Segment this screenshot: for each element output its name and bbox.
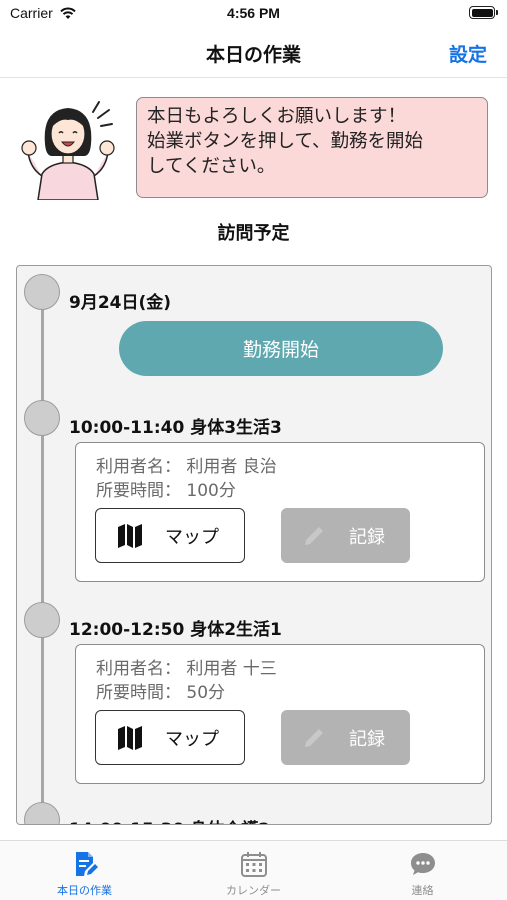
duration-value: 50分 bbox=[186, 683, 226, 703]
schedule-date: 9月24日(金) bbox=[69, 293, 172, 313]
start-work-button-label: 勤務開始 bbox=[242, 339, 319, 361]
map-icon bbox=[118, 523, 142, 548]
visit-title: 12:00-12:50 身体2生活1 bbox=[69, 620, 282, 640]
greeting-line: 始業ボタンを押して、勤務を開始 bbox=[147, 131, 424, 152]
map-button-label: マップ bbox=[165, 526, 219, 548]
greeting-line: 本日もよろしくお願いします！ bbox=[147, 106, 407, 127]
status-bar: Carrier 4:56 PM bbox=[0, 0, 507, 28]
tab-label: 本日の作業 bbox=[57, 884, 112, 897]
user-name-value: 利用者 十三 bbox=[186, 659, 277, 679]
duration-label: 所要時間： bbox=[96, 481, 181, 501]
tab-bar: 本日の作業 カレンダー 連絡 bbox=[0, 840, 507, 900]
page-title: 本日の作業 bbox=[205, 44, 301, 66]
duration-row: 所要時間： 100分 bbox=[96, 476, 236, 501]
timeline-dot bbox=[24, 602, 60, 638]
duration-label: 所要時間： bbox=[96, 683, 181, 703]
status-time: 4:56 PM bbox=[227, 5, 280, 21]
record-button[interactable]: 記録 bbox=[281, 508, 410, 563]
timeline-dot bbox=[24, 274, 60, 310]
record-button-label: 記録 bbox=[349, 728, 385, 750]
pencil-icon bbox=[305, 526, 323, 545]
visit-schedule-timeline[interactable]: 9月24日(金) 勤務開始 10:00-11:40 身体3生活3 利用者名： 利… bbox=[16, 265, 492, 825]
tab-label: 連絡 bbox=[411, 884, 434, 897]
duration-row: 所要時間： 50分 bbox=[96, 678, 225, 703]
user-name-label: 利用者名： bbox=[96, 457, 181, 477]
record-button-label: 記録 bbox=[349, 526, 385, 548]
tab-label: カレンダー bbox=[226, 884, 281, 897]
user-name-row: 利用者名： 利用者 十三 bbox=[96, 654, 277, 679]
map-icon bbox=[118, 725, 142, 750]
greeting-character-illustration bbox=[21, 101, 115, 200]
user-name-value: 利用者 良治 bbox=[186, 457, 277, 477]
settings-button[interactable]: 設定 bbox=[449, 40, 487, 67]
visit-card: 利用者名： 利用者 良治 所要時間： 100分 マップ 記録 bbox=[75, 442, 485, 582]
greeting-speech-bubble: 本日もよろしくお願いします！ 始業ボタンを押して、勤務を開始 してください。 bbox=[136, 97, 488, 198]
timeline-line bbox=[41, 286, 44, 824]
visit-card: 利用者名： 利用者 十三 所要時間： 50分 マップ 記録 bbox=[75, 644, 485, 784]
tab-today-work[interactable]: 本日の作業 bbox=[0, 841, 169, 900]
visit-title: 10:00-11:40 身体3生活3 bbox=[69, 418, 282, 438]
document-edit-icon bbox=[75, 852, 98, 876]
tab-contact[interactable]: 連絡 bbox=[338, 841, 507, 900]
chat-bubble-icon bbox=[410, 853, 435, 875]
tab-calendar[interactable]: カレンダー bbox=[169, 841, 338, 900]
map-button-label: マップ bbox=[165, 728, 219, 750]
record-button[interactable]: 記録 bbox=[281, 710, 410, 765]
greeting-line: してください。 bbox=[147, 156, 276, 177]
user-name-row: 利用者名： 利用者 良治 bbox=[96, 452, 277, 477]
section-title: 訪問予定 bbox=[217, 223, 290, 244]
map-button[interactable]: マップ bbox=[95, 508, 245, 563]
pencil-icon bbox=[305, 728, 323, 747]
navigation-bar: 本日の作業 設定 bbox=[0, 28, 507, 78]
timeline-dot bbox=[24, 802, 60, 824]
user-name-label: 利用者名： bbox=[96, 659, 181, 679]
start-work-button[interactable]: 勤務開始 bbox=[119, 321, 443, 376]
map-button[interactable]: マップ bbox=[95, 710, 245, 765]
visit-title: 14:00-15:30 身体介護2 bbox=[69, 815, 270, 824]
calendar-icon bbox=[240, 852, 267, 877]
battery-icon bbox=[469, 6, 498, 19]
timeline-dot bbox=[24, 400, 60, 436]
duration-value: 100分 bbox=[186, 481, 236, 501]
